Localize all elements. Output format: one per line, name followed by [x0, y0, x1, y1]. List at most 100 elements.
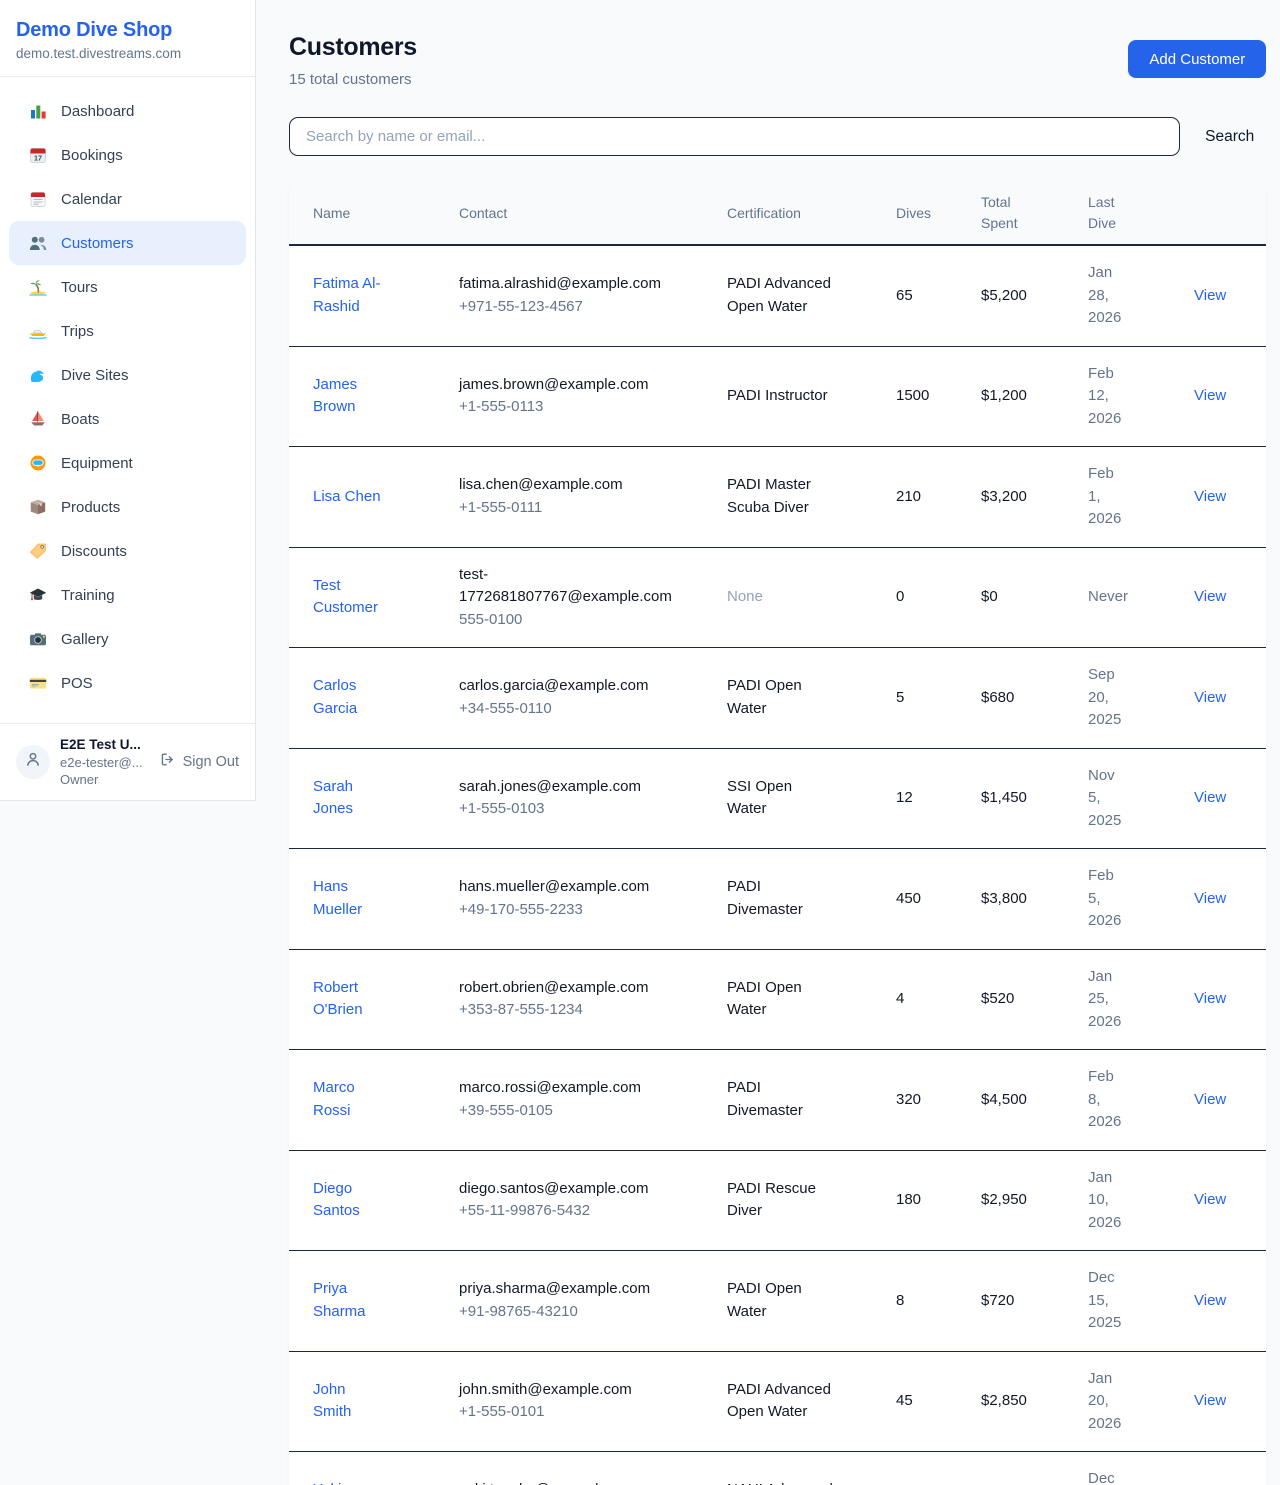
calendar-icon	[28, 189, 48, 209]
customer-dives: 5	[896, 671, 981, 726]
sidebar-item-discounts[interactable]: Discounts	[9, 529, 246, 573]
customer-dives: 8	[896, 1274, 981, 1329]
view-link[interactable]: View	[1194, 1073, 1242, 1128]
customer-total-spent: $720	[981, 1274, 1088, 1329]
view-link[interactable]: View	[1194, 1374, 1242, 1429]
sidebar-item-pos[interactable]: POS	[9, 661, 246, 705]
customer-certification: PADI Instructor	[727, 369, 849, 424]
customer-last-dive: Jan 10, 2026	[1088, 1151, 1146, 1251]
sidebar-item-gallery[interactable]: Gallery	[9, 617, 246, 661]
customer-certification: PADI Advanced Open Water	[727, 1363, 849, 1440]
column-header-dives: Dives	[896, 193, 981, 234]
customer-name-link[interactable]: Fatima Al-Rashid	[313, 257, 400, 334]
customer-name-link[interactable]: Robert O'Brien	[313, 961, 400, 1038]
sidebar-item-dashboard[interactable]: Dashboard	[9, 89, 246, 133]
customer-last-dive: Jan 25, 2026	[1088, 950, 1146, 1050]
customer-certification: PADI Divemaster	[727, 1061, 849, 1138]
island-icon	[28, 277, 48, 297]
table-row: James Brown james.brown@example.com +1-5…	[289, 347, 1266, 448]
view-link[interactable]: View	[1194, 671, 1242, 726]
customer-phone: +49-170-555-2233	[459, 899, 711, 922]
customer-contact-cell: lisa.chen@example.com +1-555-0111	[459, 458, 727, 535]
customer-total-spent: $680	[981, 671, 1088, 726]
view-link[interactable]: View	[1194, 872, 1242, 927]
sidebar-item-label: Training	[61, 587, 115, 604]
customer-name-link[interactable]: Lisa Chen	[313, 470, 400, 525]
view-link[interactable]: View	[1194, 771, 1242, 826]
sidebar-item-equipment[interactable]: Equipment	[9, 441, 246, 485]
sidebar-item-calendar[interactable]: Calendar	[9, 177, 246, 221]
user-email: e2e-tester@...	[60, 754, 143, 771]
column-header-certification: Certification	[727, 193, 896, 234]
customer-name-link[interactable]: Test Customer	[313, 559, 400, 636]
search-input[interactable]	[289, 117, 1180, 156]
customer-dives: 1500	[896, 369, 981, 424]
customer-dives: 180	[896, 1173, 981, 1228]
add-customer-button[interactable]: Add Customer	[1128, 40, 1266, 78]
customer-phone: +1-555-0113	[459, 396, 711, 419]
view-link[interactable]: View	[1194, 1173, 1242, 1228]
customer-phone: +1-555-0101	[459, 1401, 711, 1424]
customer-name-link[interactable]: Diego Santos	[313, 1162, 400, 1239]
customer-name-link[interactable]: Yuki Tanaka	[313, 1463, 400, 1485]
customer-certification: None	[727, 570, 849, 625]
customer-phone: +91-98765-43210	[459, 1301, 711, 1324]
view-link[interactable]: View	[1194, 570, 1242, 625]
sidebar-item-customers[interactable]: Customers	[9, 221, 246, 265]
sidebar-item-label: POS	[61, 675, 93, 692]
customer-certification: PADI Master Scuba Diver	[727, 458, 849, 535]
table-row: Fatima Al-Rashid fatima.alrashid@example…	[289, 246, 1266, 347]
sidebar-item-tours[interactable]: Tours	[9, 265, 246, 309]
customer-name-link[interactable]: Sarah Jones	[313, 760, 400, 837]
view-link[interactable]: View	[1194, 1274, 1242, 1329]
customer-name-link[interactable]: James Brown	[313, 358, 400, 435]
app-root: Demo Dive Shop demo.test.divestreams.com…	[0, 0, 1280, 1485]
view-link[interactable]: View	[1194, 972, 1242, 1027]
page-heading-group: Customers 15 total customers	[289, 33, 417, 88]
price-tag-icon	[28, 541, 48, 561]
customer-name-link[interactable]: Priya Sharma	[313, 1262, 400, 1339]
customer-total-spent: $3,800	[981, 872, 1088, 927]
wave-icon	[28, 365, 48, 385]
sidebar-item-trips[interactable]: Trips	[9, 309, 246, 353]
view-link[interactable]: View	[1194, 470, 1242, 525]
view-link[interactable]: View	[1194, 269, 1242, 324]
customer-name-link[interactable]: Carlos Garcia	[313, 659, 400, 736]
shop-name[interactable]: Demo Dive Shop	[16, 19, 239, 42]
customer-dives: 320	[896, 1073, 981, 1128]
table-row: Robert O'Brien robert.obrien@example.com…	[289, 950, 1266, 1051]
customer-email: diego.santos@example.com	[459, 1178, 674, 1201]
sidebar-item-label: Dashboard	[61, 103, 134, 120]
search-button[interactable]: Search	[1205, 128, 1266, 146]
view-link[interactable]: View	[1194, 1475, 1242, 1485]
customer-email: hans.mueller@example.com	[459, 876, 674, 899]
page-header: Customers 15 total customers Add Custome…	[289, 33, 1266, 88]
customer-contact-cell: priya.sharma@example.com +91-98765-43210	[459, 1262, 727, 1339]
customer-last-dive: Feb 12, 2026	[1088, 347, 1146, 447]
view-link[interactable]: View	[1194, 369, 1242, 424]
sidebar-item-label: Calendar	[61, 191, 122, 208]
sidebar-item-dive-sites[interactable]: Dive Sites	[9, 353, 246, 397]
table-row: Hans Mueller hans.mueller@example.com +4…	[289, 849, 1266, 950]
svg-text:17: 17	[34, 153, 42, 162]
customer-phone: +55-11-99876-5432	[459, 1200, 711, 1223]
customer-certification: PADI Open Water	[727, 1262, 849, 1339]
sidebar-item-products[interactable]: Products	[9, 485, 246, 529]
sidebar-nav: Dashboard 17 Bookings Calendar Customers…	[0, 77, 255, 723]
table-row: Marco Rossi marco.rossi@example.com +39-…	[289, 1050, 1266, 1151]
customer-last-dive: Feb 1, 2026	[1088, 447, 1146, 547]
customer-name-link[interactable]: Marco Rossi	[313, 1061, 400, 1138]
sidebar-item-boats[interactable]: Boats	[9, 397, 246, 441]
customer-phone: +39-555-0105	[459, 1100, 711, 1123]
sidebar-item-label: Tours	[61, 279, 98, 296]
customer-certification: PADI Divemaster	[727, 860, 849, 937]
sidebar-item-bookings[interactable]: 17 Bookings	[9, 133, 246, 177]
customer-name-link[interactable]: John Smith	[313, 1363, 400, 1440]
customer-name-link[interactable]: Hans Mueller	[313, 860, 400, 937]
customer-total-spent: $5,200	[981, 269, 1088, 324]
customer-last-dive: Sep 20, 2025	[1088, 648, 1146, 748]
sign-out-button[interactable]: Sign Out	[159, 751, 239, 772]
sidebar-item-training[interactable]: Training	[9, 573, 246, 617]
customer-dives: 28	[896, 1475, 981, 1485]
customer-phone: +353-87-555-1234	[459, 999, 711, 1022]
